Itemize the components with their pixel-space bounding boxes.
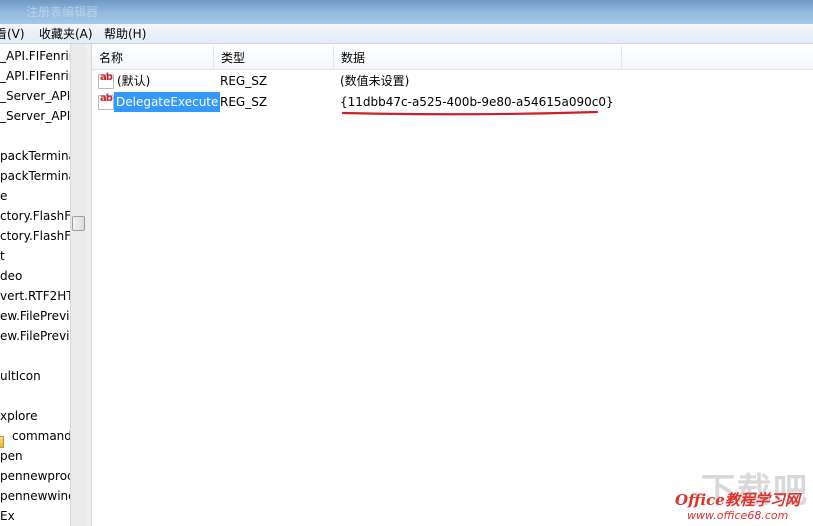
title-bar: 注册表编辑器 — [0, 0, 813, 24]
value-list[interactable]: 名称 类型 数据 ab (默认) REG_SZ (数值未设置) ab Deleg… — [92, 44, 813, 526]
string-value-icon: ab — [98, 72, 114, 89]
site-watermark: 下载吧 Office教程学习网 www.office68.com — [673, 465, 813, 526]
watermark-title: Office教程学习网 — [675, 491, 800, 509]
tree-item[interactable]: pennewwind — [0, 486, 70, 506]
tree-item[interactable]: vert.RTF2HTM — [0, 286, 70, 306]
value-type: REG_SZ — [220, 74, 268, 88]
value-name: DelegateExecute — [114, 92, 221, 112]
tree-item[interactable]: ew.FilePrevic — [0, 306, 70, 326]
tree-item[interactable]: deo — [0, 266, 22, 286]
tree-item[interactable]: _API.FIFenrir — [0, 66, 70, 86]
table-row[interactable]: ab (默认) REG_SZ (数值未设置) — [92, 71, 813, 91]
tree-item[interactable]: _API.FIFenrir — [0, 46, 70, 66]
column-name[interactable]: 名称 — [92, 46, 214, 70]
watermark-url: www.office68.com — [687, 509, 789, 522]
value-type: REG_SZ — [220, 95, 268, 109]
menu-view[interactable]: 看(V) — [0, 26, 25, 42]
menu-favorites[interactable]: 收藏夹(A) — [39, 26, 93, 42]
menu-help[interactable]: 帮助(H) — [104, 26, 146, 42]
tree-item[interactable]: e — [0, 186, 7, 206]
menu-bar: 看(V) 收藏夹(A) 帮助(H) — [0, 24, 813, 44]
tree-item-command[interactable]: command — [12, 426, 70, 446]
tree-item[interactable]: xplore — [0, 406, 37, 426]
table-row-selected[interactable]: ab DelegateExecute REG_SZ {11dbb47c-a525… — [92, 92, 813, 112]
tree-item[interactable]: packTermina — [0, 146, 70, 166]
tree-item[interactable]: packTermina — [0, 166, 70, 186]
tree-item[interactable]: pen — [0, 446, 23, 466]
tree-scrollbar[interactable] — [70, 44, 86, 526]
tree-item[interactable]: Ex — [0, 506, 15, 526]
key-tree[interactable]: _API.FIFenrir _API.FIFenrir _Server_API.… — [0, 44, 70, 526]
tree-item[interactable]: ultIcon — [0, 366, 41, 386]
scrollbar-thumb[interactable] — [72, 216, 85, 231]
tree-item[interactable]: ew.FilePrevic — [0, 326, 70, 346]
column-type[interactable]: 类型 — [214, 46, 334, 70]
list-header: 名称 类型 数据 — [92, 46, 813, 70]
column-data[interactable]: 数据 — [334, 46, 622, 70]
tree-item[interactable]: t — [0, 246, 5, 266]
string-value-icon: ab — [98, 93, 114, 110]
tree-item[interactable]: ctory.FlashFa — [0, 226, 70, 246]
value-data: {11dbb47c-a525-400b-9e80-a54615a090c0} — [340, 95, 614, 109]
tree-item[interactable]: _Server_API. — [0, 106, 70, 126]
tree-item[interactable]: pennewproc — [0, 466, 70, 486]
red-underline-annotation — [342, 110, 598, 116]
value-data: (数值未设置) — [340, 74, 410, 88]
window-title: 注册表编辑器 — [26, 5, 99, 19]
tree-item[interactable]: _Server_API. — [0, 86, 70, 106]
tree-item[interactable]: ctory.FlashFa — [0, 206, 70, 226]
value-name: (默认) — [117, 74, 151, 88]
